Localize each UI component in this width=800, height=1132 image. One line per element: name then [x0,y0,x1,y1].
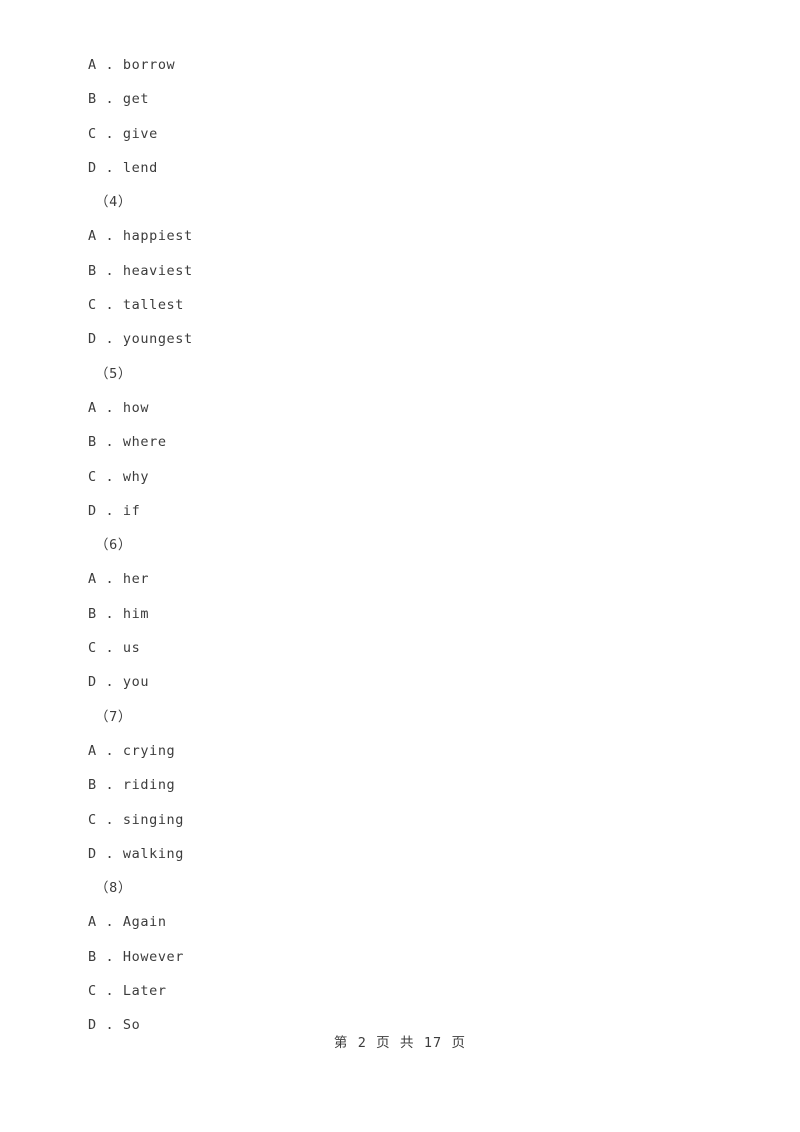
question-number: （6） [95,537,132,554]
option-line: C . why [88,468,150,485]
option-line: D . walking [88,845,185,862]
question-number: （8） [95,880,132,897]
option-line: D . lend [88,159,158,176]
option-line: C . us [88,640,141,657]
option-line: C . singing [88,811,185,828]
option-line: A . borrow [88,57,176,73]
option-line: C . Later [88,983,167,1000]
option-line: D . you [88,674,150,691]
option-line: A . her [88,571,150,588]
option-line: B . heaviest [88,262,193,279]
option-line: B . riding [88,777,176,794]
question-number: （5） [95,365,132,382]
option-line: A . Again [88,914,167,931]
option-line: A . crying [88,742,176,759]
answer-options-body: A . borrow B . get C . give D . lend （4）… [88,48,728,1043]
option-line: A . happiest [88,228,193,245]
option-line: A . how [88,399,150,416]
document-page: A . borrow B . get C . give D . lend （4）… [0,0,800,1132]
option-line: C . give [88,125,158,142]
option-line: B . where [88,434,167,451]
option-line: C . tallest [88,297,185,314]
option-line: D . youngest [88,331,193,348]
page-footer: 第 2 页 共 17 页 [333,1035,467,1051]
option-line: B . get [88,91,150,108]
option-line: B . him [88,605,150,622]
option-line: D . if [88,502,141,519]
question-number: （4） [95,194,132,211]
option-line: B . However [88,948,185,965]
question-number: （7） [95,708,132,725]
